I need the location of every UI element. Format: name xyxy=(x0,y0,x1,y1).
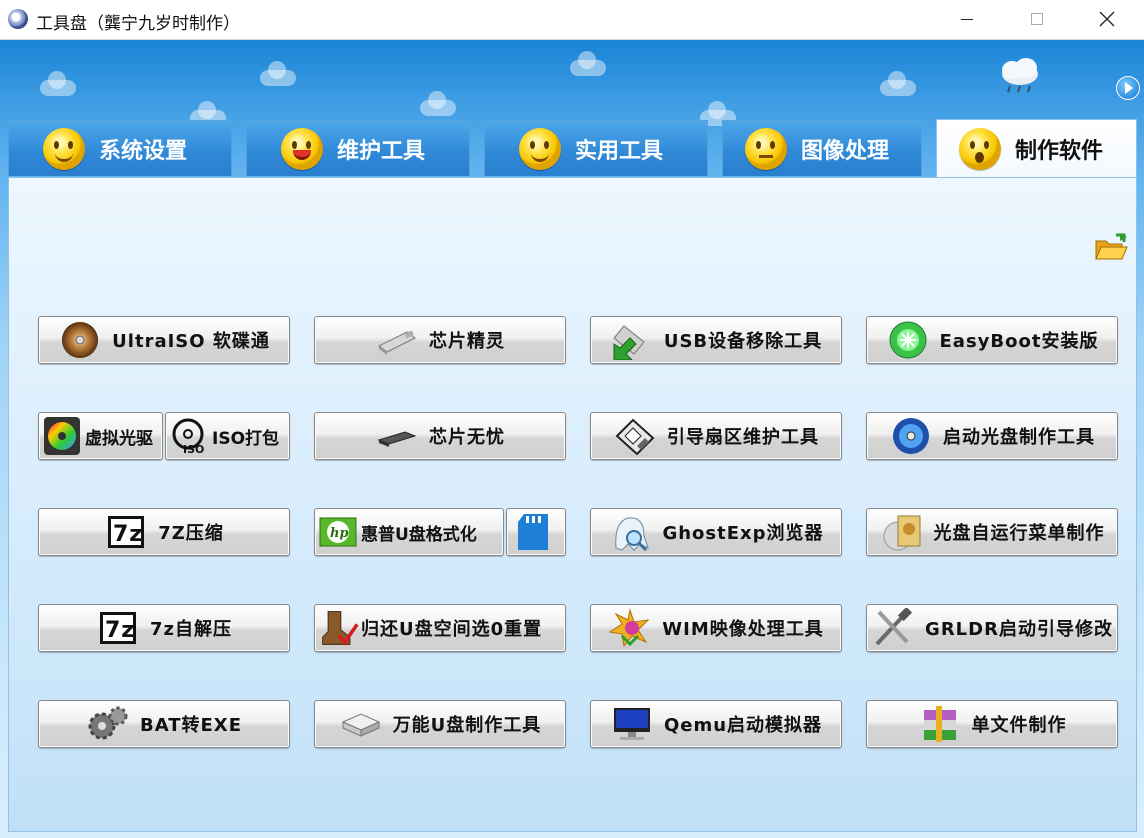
tab-label: 实用工具 xyxy=(575,138,664,164)
close-icon xyxy=(1099,11,1115,27)
floppy-icon xyxy=(615,418,655,456)
cloud-decoration xyxy=(260,61,296,86)
tab-system-settings[interactable]: 系统设置 xyxy=(8,120,232,176)
tab-image-processing[interactable]: 图像处理 xyxy=(722,120,922,176)
button-label: 光盘自运行菜单制作 xyxy=(933,523,1105,544)
wim-icon xyxy=(608,608,650,648)
tab-maintenance-tools[interactable]: 维护工具 xyxy=(246,120,470,176)
button-label: Qemu启动模拟器 xyxy=(663,715,823,736)
monitor-icon xyxy=(613,708,650,740)
button-label: 单文件制作 xyxy=(971,715,1067,736)
grldr-boot-button[interactable]: GRLDR启动引导修改 xyxy=(866,604,1118,652)
iso-pack-button[interactable]: ISO ISO打包 xyxy=(165,412,290,460)
tab-make-software[interactable]: 制作软件 xyxy=(936,119,1137,177)
chip-genius-button[interactable]: 芯片精灵 xyxy=(314,316,566,364)
window-title: 工具盘（龔宁九岁时制作） xyxy=(36,14,240,34)
winrar-icon xyxy=(923,706,956,742)
tab-label: 图像处理 xyxy=(801,138,890,164)
sd-card-button[interactable] xyxy=(506,508,566,556)
title-bar: 工具盘（龔宁九岁时制作） xyxy=(0,0,1144,40)
cloud-decoration xyxy=(40,71,76,96)
7z-sfx-button[interactable]: 7z 7z自解压 xyxy=(38,604,290,652)
easyboot-icon xyxy=(889,321,927,359)
boot-disc-icon xyxy=(893,418,929,454)
button-label: 惠普U盘格式化 xyxy=(361,524,477,545)
sd-card-icon xyxy=(518,514,548,550)
cloud-decoration xyxy=(880,71,916,96)
svg-text:7z: 7z xyxy=(113,522,143,547)
hp-icon: hp xyxy=(319,517,357,547)
smiley-icon xyxy=(43,127,85,170)
single-file-maker-button[interactable]: 单文件制作 xyxy=(866,700,1118,748)
bat-to-exe-button[interactable]: BAT转EXE xyxy=(38,700,290,748)
cloud-decoration xyxy=(570,51,606,76)
usb-box-icon xyxy=(341,713,380,737)
virtual-drive-icon xyxy=(44,417,80,455)
smiley-icon xyxy=(519,127,561,170)
button-label: 虚拟光驱 xyxy=(85,428,153,449)
iso-icon: ISO xyxy=(172,418,204,456)
smiley-meh-icon xyxy=(745,127,787,170)
button-label: 芯片无忧 xyxy=(429,427,505,448)
tools-icon xyxy=(875,608,913,646)
usb-drive-icon xyxy=(378,330,416,355)
boot-sector-button[interactable]: 引导扇区维护工具 xyxy=(590,412,842,460)
maximize-button[interactable] xyxy=(1014,0,1060,38)
cloud-rain-icon xyxy=(1002,58,1038,93)
button-label: UltraISO 软碟通 xyxy=(112,331,270,352)
smiley-tongue-icon xyxy=(281,127,323,170)
easyboot-button[interactable]: EasyBoot安装版 xyxy=(866,316,1118,364)
button-label: GRLDR启动引导修改 xyxy=(925,619,1113,640)
smiley-surprised-icon xyxy=(959,127,1001,170)
chip-wuyou-button[interactable]: 芯片无忧 xyxy=(314,412,566,460)
button-label: 芯片精灵 xyxy=(429,331,505,352)
autorun-menu-button[interactable]: 光盘自运行菜单制作 xyxy=(866,508,1118,556)
tab-utility-tools[interactable]: 实用工具 xyxy=(484,120,708,176)
boot-disc-maker-button[interactable]: 启动光盘制作工具 xyxy=(866,412,1118,460)
svg-text:hp: hp xyxy=(330,526,349,541)
restore-usb-space-button[interactable]: 归还U盘空间选0重置 xyxy=(314,604,566,652)
svg-text:ISO: ISO xyxy=(183,443,204,456)
universal-usb-maker-button[interactable]: 万能U盘制作工具 xyxy=(314,700,566,748)
open-folder-icon[interactable] xyxy=(1094,233,1128,263)
button-label: EasyBoot安装版 xyxy=(939,331,1099,352)
disc-icon xyxy=(62,322,99,358)
qemu-emulator-button[interactable]: Qemu启动模拟器 xyxy=(590,700,842,748)
7z-sfx-icon: 7z xyxy=(99,612,136,644)
close-button[interactable] xyxy=(1084,0,1130,38)
hp-usb-format-button[interactable]: hp 惠普U盘格式化 xyxy=(314,508,504,556)
button-label: GhostExp浏览器 xyxy=(662,523,824,544)
button-label: 7Z压缩 xyxy=(158,523,224,544)
button-label: BAT转EXE xyxy=(139,715,242,736)
ghostexp-button[interactable]: GhostExp浏览器 xyxy=(590,508,842,556)
ghost-icon xyxy=(615,517,650,552)
tab-label: 维护工具 xyxy=(337,138,426,164)
tab-label: 系统设置 xyxy=(99,138,188,164)
button-label: USB设备移除工具 xyxy=(663,331,823,352)
virtual-drive-button[interactable]: 虚拟光驱 xyxy=(38,412,163,460)
app-disc-icon xyxy=(8,9,28,29)
usb-remove-button[interactable]: USB设备移除工具 xyxy=(590,316,842,364)
button-label: ISO打包 xyxy=(212,428,280,449)
button-label: 万能U盘制作工具 xyxy=(392,715,542,736)
button-label: 启动光盘制作工具 xyxy=(943,427,1095,448)
boot-check-icon xyxy=(322,611,359,646)
7z-compress-button[interactable]: 7z 7Z压缩 xyxy=(38,508,290,556)
ultraiso-button[interactable]: UltraISO 软碟通 xyxy=(38,316,290,364)
button-label: 7z自解压 xyxy=(149,619,232,640)
button-label: 引导扇区维护工具 xyxy=(667,427,819,448)
tab-label: 制作软件 xyxy=(1015,138,1104,164)
minimize-button[interactable] xyxy=(944,0,990,38)
chip-icon xyxy=(377,431,417,447)
button-label: WIM映像处理工具 xyxy=(662,619,824,640)
svg-text:7z: 7z xyxy=(105,618,135,643)
usb-remove-icon xyxy=(613,325,645,360)
play-icon[interactable] xyxy=(1116,76,1140,100)
gears-icon xyxy=(88,706,128,740)
cloud-decoration xyxy=(420,91,456,116)
autorun-icon xyxy=(883,515,920,551)
button-label: 归还U盘空间选0重置 xyxy=(361,619,543,640)
wim-image-button[interactable]: WIM映像处理工具 xyxy=(590,604,842,652)
7z-icon: 7z xyxy=(108,516,145,548)
